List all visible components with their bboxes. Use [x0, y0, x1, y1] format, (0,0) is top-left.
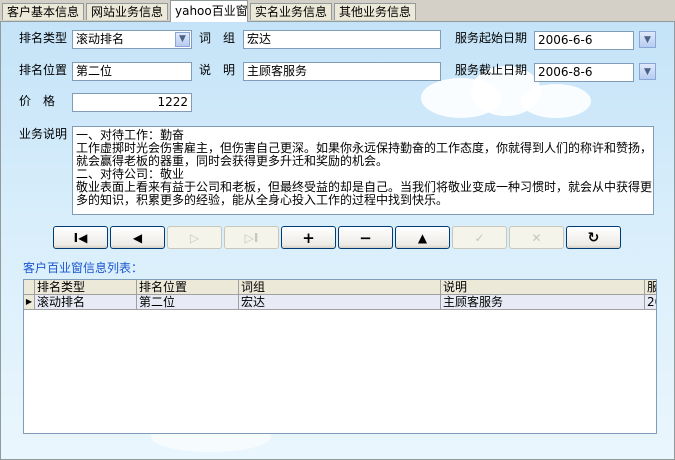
- refresh-button[interactable]: ↻: [566, 226, 621, 249]
- tab-strip: 客户基本信息 网站业务信息 yahoo百业窗 实名业务信息 其他业务信息: [0, 0, 675, 22]
- keyword-label: 词 组: [199, 31, 236, 45]
- insert-record-button[interactable]: +: [281, 226, 336, 249]
- cloud-decoration: [521, 84, 591, 118]
- tab-customer-info[interactable]: 客户基本信息: [2, 3, 84, 20]
- current-row-indicator-icon: ▶: [24, 295, 35, 310]
- table-cell[interactable]: 20: [645, 295, 656, 310]
- yahoo-directory-panel: 排名类型 滚动排名 ▼ 词 组 宏达 服务起始日期 2006-6-6 ▼ 排名位…: [0, 21, 675, 460]
- description-input[interactable]: 主顾客服务: [243, 62, 441, 81]
- list-section-title: 客户百业窗信息列表：: [23, 261, 144, 275]
- cancel-record-button[interactable]: ✕: [509, 226, 564, 249]
- end-date-label: 服务截止日期: [455, 63, 528, 77]
- cancel-record-icon: ✕: [531, 230, 542, 245]
- start-date-label: 服务起始日期: [455, 31, 528, 45]
- delete-record-icon: −: [359, 228, 372, 247]
- delete-record-button[interactable]: −: [338, 226, 393, 249]
- next-record-button[interactable]: ▷: [167, 226, 222, 249]
- post-record-button[interactable]: ✓: [452, 226, 507, 249]
- rank-position-label: 排名位置: [19, 63, 68, 77]
- price-input[interactable]: 1222: [72, 93, 192, 112]
- first-record-icon: I◀: [73, 230, 88, 245]
- start-date-dropdown-icon[interactable]: ▼: [639, 31, 656, 48]
- last-record-button[interactable]: ▷I: [224, 226, 279, 249]
- chevron-down-icon[interactable]: ▼: [175, 32, 190, 47]
- prior-record-icon: ◀: [132, 230, 143, 245]
- prior-record-button[interactable]: ◀: [110, 226, 165, 249]
- rank-type-select[interactable]: 滚动排名 ▼: [72, 30, 192, 49]
- tab-other-business[interactable]: 其他业务信息: [334, 3, 416, 20]
- insert-record-icon: +: [302, 228, 315, 247]
- edit-record-button[interactable]: ▲: [395, 226, 450, 249]
- description-label: 说 明: [199, 63, 236, 77]
- business-description-label: 业务说明: [19, 127, 68, 141]
- column-header[interactable]: 说明: [441, 280, 645, 295]
- rank-type-value: 滚动排名: [76, 32, 125, 46]
- tab-website-business[interactable]: 网站业务信息: [86, 3, 168, 20]
- end-date-input[interactable]: 2006-8-6: [534, 63, 634, 82]
- column-header[interactable]: 服: [645, 280, 656, 295]
- business-list-grid[interactable]: 排名类型 排名位置 词组 说明 服 ▶ 滚动排名 第二位 宏达 主顾客服务 20: [23, 279, 657, 434]
- refresh-icon: ↻: [587, 229, 600, 246]
- tab-realname-business[interactable]: 实名业务信息: [250, 3, 332, 20]
- rank-type-label: 排名类型: [19, 31, 68, 45]
- rank-position-input[interactable]: 第二位: [72, 62, 192, 81]
- grid-header: 排名类型 排名位置 词组 说明 服: [24, 280, 656, 295]
- table-row[interactable]: ▶ 滚动排名 第二位 宏达 主顾客服务 20: [24, 295, 656, 310]
- table-cell[interactable]: 主顾客服务: [441, 295, 645, 310]
- business-description-memo[interactable]: 一、对待工作：勤奋 工作虚掷时光会伤害雇主，但伤害自己更深。如果你永远保持勤奋的…: [72, 126, 654, 215]
- table-cell[interactable]: 宏达: [239, 295, 441, 310]
- tab-yahoo-directory[interactable]: yahoo百业窗: [170, 0, 248, 22]
- last-record-icon: ▷I: [244, 230, 259, 245]
- table-cell[interactable]: 第二位: [137, 295, 239, 310]
- end-date-dropdown-icon[interactable]: ▼: [639, 63, 656, 80]
- next-record-icon: ▷: [189, 230, 200, 245]
- edit-record-icon: ▲: [417, 230, 428, 245]
- column-header[interactable]: 词组: [239, 280, 441, 295]
- keyword-input[interactable]: 宏达: [243, 30, 441, 49]
- column-header[interactable]: 排名位置: [137, 280, 239, 295]
- column-header[interactable]: 排名类型: [35, 280, 137, 295]
- table-cell[interactable]: 滚动排名: [35, 295, 137, 310]
- grid-corner: [24, 280, 35, 295]
- first-record-button[interactable]: I◀: [53, 226, 108, 249]
- start-date-input[interactable]: 2006-6-6: [534, 31, 634, 50]
- price-label: 价 格: [19, 94, 56, 108]
- memo-line: 多的知识，积累更多的经验，能从全身心投入工作的过程中找到快乐。: [76, 193, 449, 207]
- post-record-icon: ✓: [474, 230, 485, 245]
